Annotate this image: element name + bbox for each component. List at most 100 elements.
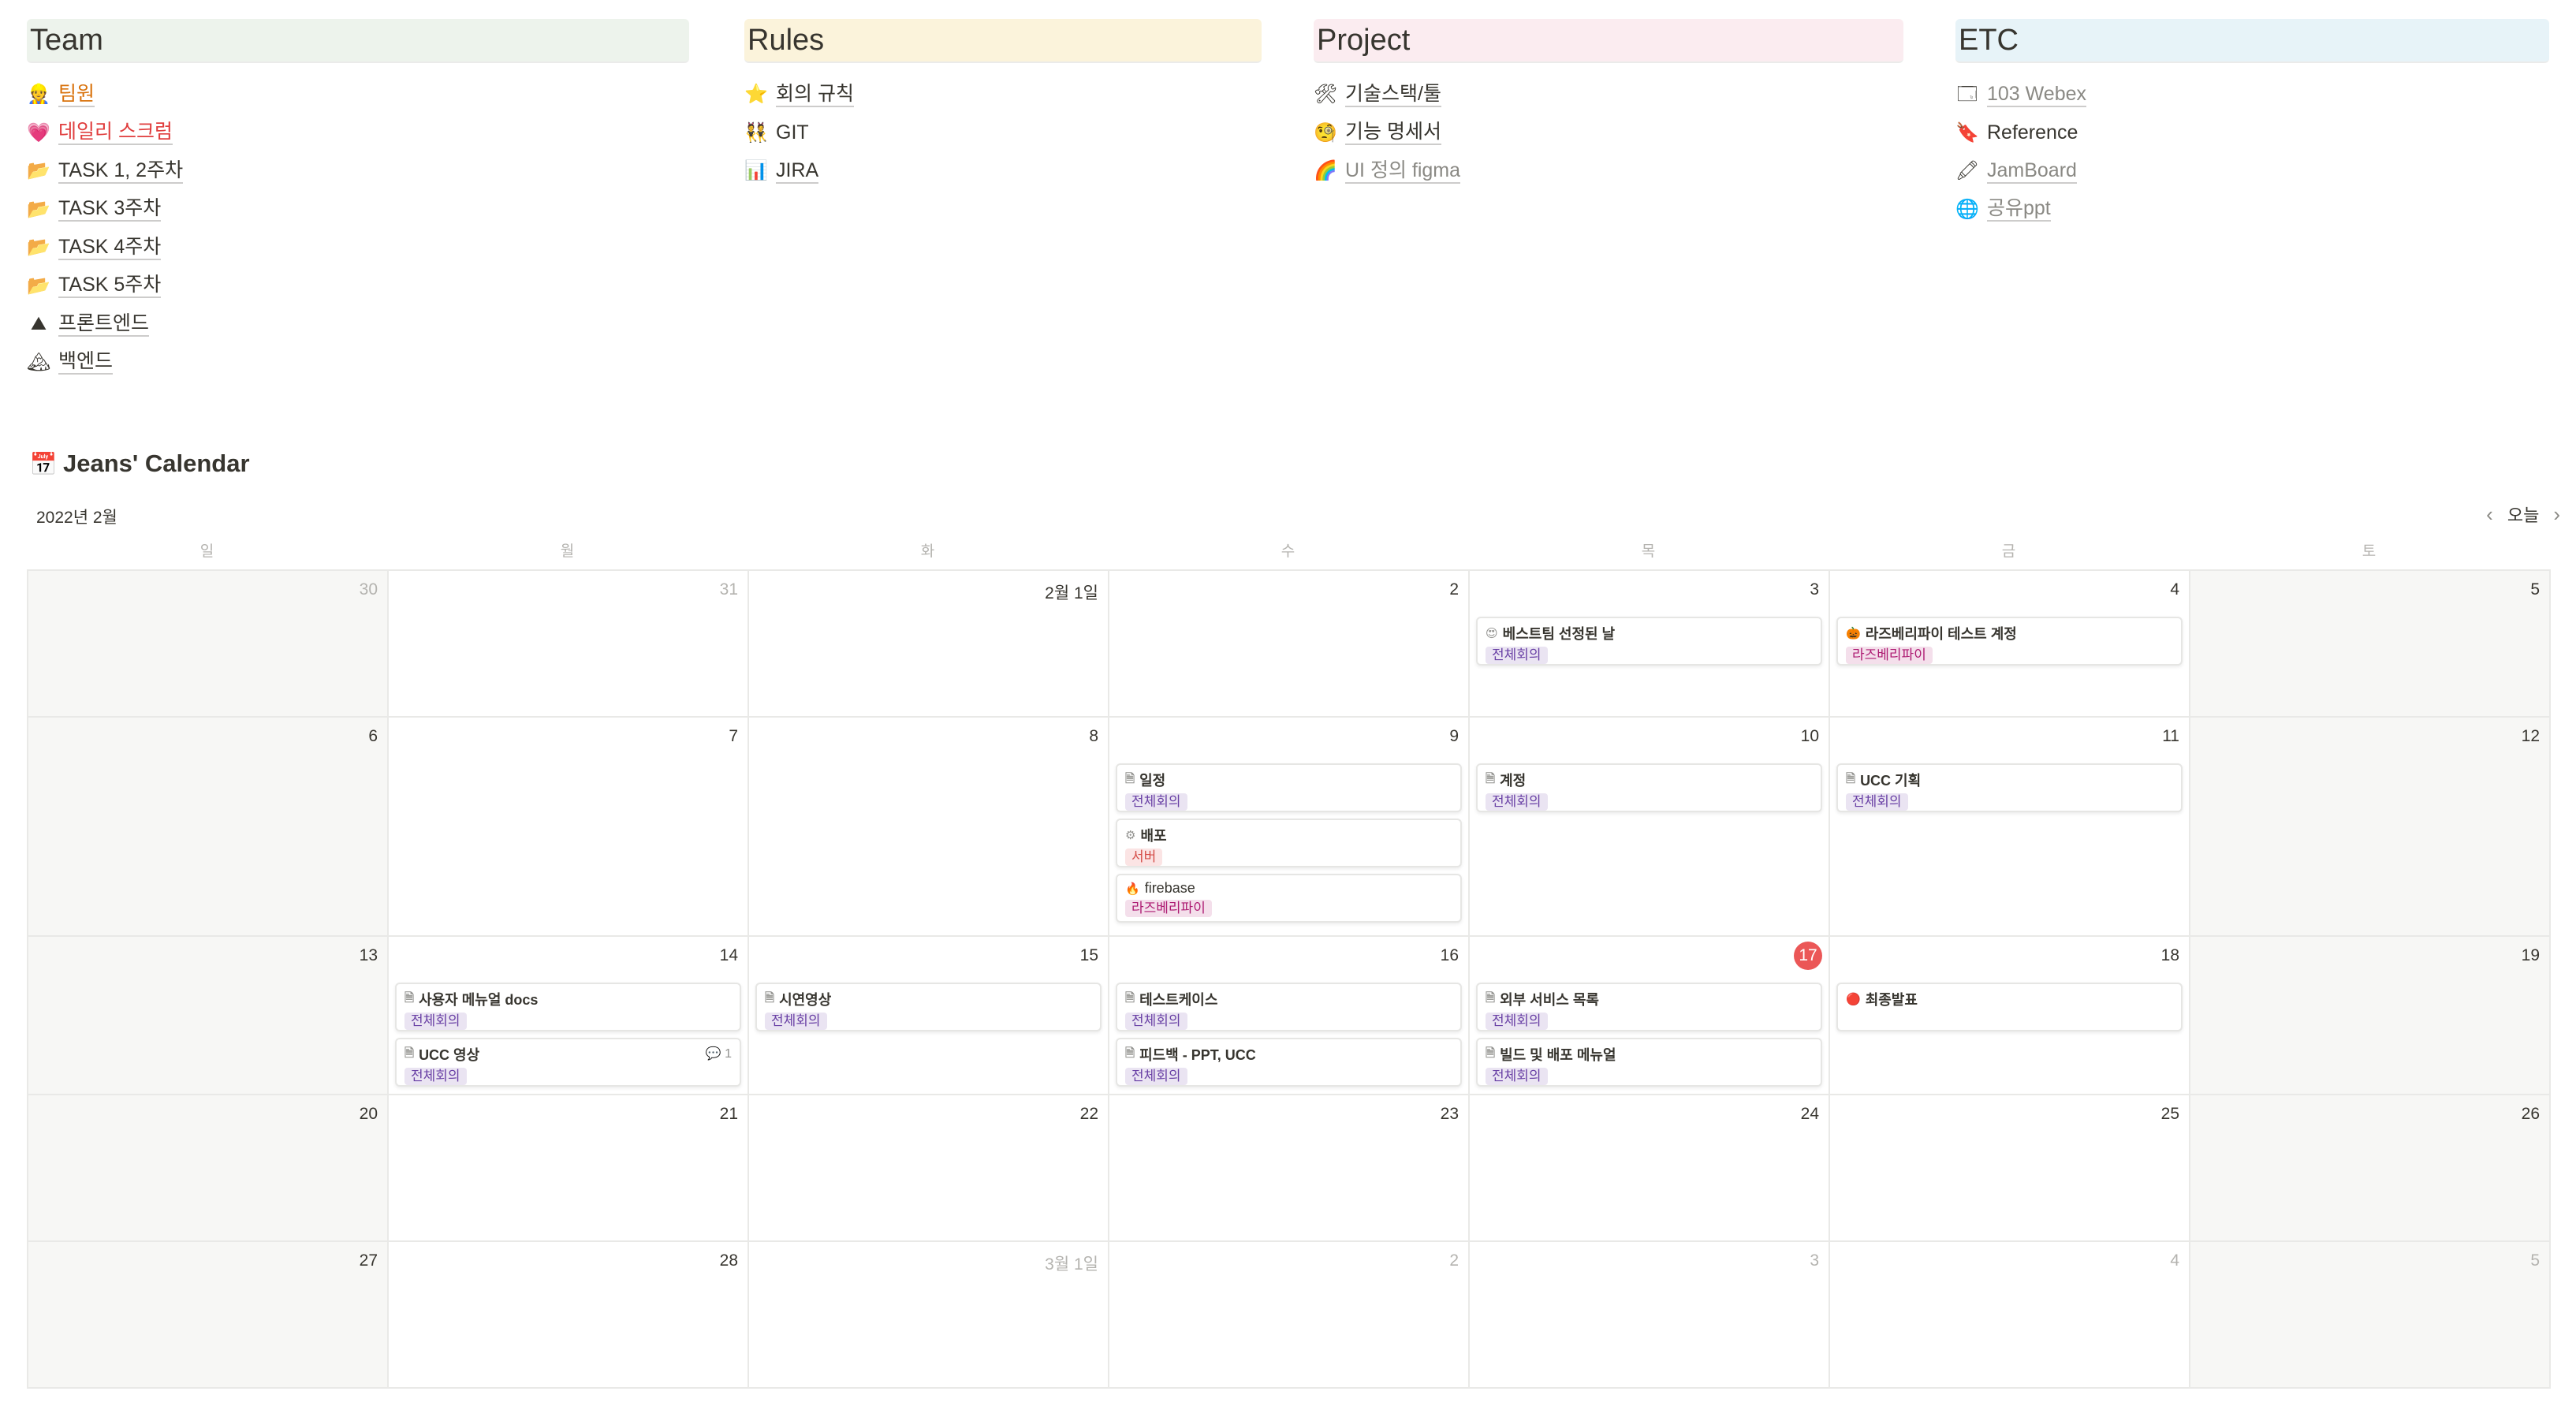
calendar-day-cell[interactable]: 19 <box>2190 937 2551 1095</box>
calendar-day-cell[interactable]: 26 <box>2190 1095 2551 1242</box>
list-item[interactable]: ⛰ 프론트엔드 <box>27 305 689 344</box>
calendar-day-cell[interactable]: 3 <box>1470 1242 1830 1389</box>
calendar-day-cell[interactable]: 24 <box>1470 1095 1830 1242</box>
event-card[interactable]: 🗎 일정 전체회의 <box>1116 763 1462 812</box>
calendar-day-cell[interactable]: 5 <box>2190 1242 2551 1389</box>
calendar-day-cell[interactable]: 25 <box>1830 1095 2190 1242</box>
calendar-day-cell[interactable]: 27 <box>28 1242 389 1389</box>
chevron-left-icon[interactable]: ‹ <box>2486 502 2493 527</box>
list-item-label[interactable]: 103 Webex <box>1987 83 2087 107</box>
list-item[interactable]: 📂 TASK 4주차 <box>27 229 689 267</box>
list-item[interactable]: 📂 TASK 3주차 <box>27 191 689 229</box>
event-card[interactable]: ⚙ 배포 서버 <box>1116 819 1462 867</box>
calendar-day-cell[interactable]: 3월 1일 <box>749 1242 1109 1389</box>
list-item-label[interactable]: 백엔드 <box>58 350 114 375</box>
calendar-day-cell[interactable]: 13 <box>28 937 389 1095</box>
weekday-label: 일 <box>199 543 214 560</box>
calendar-day-cell[interactable]: 2 <box>1109 571 1470 718</box>
calendar-day-cell[interactable]: 20 <box>28 1095 389 1242</box>
list-item[interactable]: 🗔 103 Webex <box>1955 76 2549 114</box>
mountain-icon: ⛰ <box>30 313 47 335</box>
comment-icon: 💬 <box>705 1047 725 1061</box>
list-item[interactable]: 📂 TASK 5주차 <box>27 267 689 306</box>
calendar-day-cell[interactable]: 22 <box>749 1095 1109 1242</box>
event-card[interactable]: 🗎 피드백 - PPT, UCC 전체회의 <box>1116 1038 1462 1087</box>
list-item-label[interactable]: Reference <box>1987 121 2078 144</box>
weekday-label: 토 <box>2362 543 2377 560</box>
team-list: 👷 팀원 💗 데일리 스크럼 📂 TASK 1, 2주차 📂 TASK 3주차 📂 TASK 4주… <box>27 76 689 382</box>
calendar-day-cell[interactable]: 12 <box>2190 718 2551 937</box>
list-item-label[interactable]: JamBoard <box>1987 159 2077 184</box>
calendar-day-cell[interactable]: 30 <box>28 571 389 718</box>
calendar-day-cell[interactable]: 10 🗎 계정 전체회의 <box>1470 718 1830 937</box>
list-item-label[interactable]: 팀원 <box>58 83 95 107</box>
event-card[interactable]: 🗎 시연영상 전체회의 <box>755 983 1102 1031</box>
event-card[interactable]: 🗎 계정 전체회의 <box>1476 763 1822 812</box>
list-item-label[interactable]: 회의 규칙 <box>776 83 854 107</box>
list-item[interactable]: ⭐ 회의 규칙 <box>744 76 1262 114</box>
list-item-label[interactable]: JIRA <box>776 159 819 184</box>
event-card[interactable]: 🗎 UCC 기획 전체회의 <box>1836 763 2183 812</box>
calendar-day-cell[interactable]: 2 <box>1109 1242 1470 1389</box>
list-item[interactable]: 🔖 Reference <box>1955 114 2549 153</box>
event-card[interactable]: 🔥 firebase 라즈베리파이 <box>1116 874 1462 923</box>
event-title: 🗎 빌드 및 배포 메뉴얼 <box>1486 1044 1813 1065</box>
list-item[interactable]: 👯 GIT <box>744 114 1262 153</box>
list-item[interactable]: 🧐 기능 명세서 <box>1314 114 1903 153</box>
list-item-label[interactable]: 공유ppt <box>1987 197 2051 222</box>
calendar-day-cell[interactable]: 18 🔴 최종발표 <box>1830 937 2190 1095</box>
day-number: 13 <box>359 946 378 964</box>
list-item[interactable]: 📊 JIRA <box>744 152 1262 191</box>
list-item[interactable]: 💗 데일리 스크럼 <box>27 114 689 153</box>
list-item[interactable]: 🖍 JamBoard <box>1955 152 2549 191</box>
event-card[interactable]: 🔴 최종발표 <box>1836 983 2183 1031</box>
list-item-label[interactable]: 프론트엔드 <box>58 312 150 337</box>
calendar-day-cell[interactable]: 4 🎃 라즈베리파이 테스트 계정 라즈베리파이 <box>1830 571 2190 718</box>
today-button[interactable]: 오늘 <box>2507 502 2539 527</box>
event-card[interactable]: 🗎 테스트케이스 전체회의 <box>1116 983 1462 1031</box>
list-item-label[interactable]: TASK 3주차 <box>58 197 162 222</box>
list-item-label[interactable]: TASK 1, 2주차 <box>58 159 184 184</box>
calendar-day-cell[interactable]: 21 <box>389 1095 749 1242</box>
list-item[interactable]: 🌐 공유ppt <box>1955 191 2549 229</box>
calendar-day-cell[interactable]: 31 <box>389 571 749 718</box>
event-tag: 라즈베리파이 <box>1125 900 1212 917</box>
list-item[interactable]: 🌈 UI 정의 figma <box>1314 152 1903 191</box>
event-card[interactable]: 🗎 사용자 메뉴얼 docs 전체회의 <box>395 983 741 1031</box>
chevron-right-icon[interactable]: › <box>2553 502 2560 527</box>
weekday-label: 수 <box>1281 543 1295 560</box>
calendar-day-cell[interactable]: 16 🗎 테스트케이스 전체회의 🗎 피드백 - PPT, UCC 전체회의 <box>1109 937 1470 1095</box>
calendar-day-cell[interactable]: 23 <box>1109 1095 1470 1242</box>
event-card[interactable]: 🗎 외부 서비스 목록 전체회의 <box>1476 983 1822 1031</box>
calendar-day-cell[interactable]: 4 <box>1830 1242 2190 1389</box>
project-section: Project 🛠 기술스택/툴 🧐 기능 명세서 🌈 UI 정의 figma <box>1314 19 1903 191</box>
event-card[interactable]: 🗎 UCC 영상 전체회의 💬 1 <box>395 1038 741 1087</box>
calendar-day-cell[interactable]: 3 😍 베스트팀 선정된 날 전체회의 <box>1470 571 1830 718</box>
event-title-text: UCC 기획 <box>1860 773 1922 789</box>
list-item-label[interactable]: 기능 명세서 <box>1345 121 1441 146</box>
event-card[interactable]: 🗎 빌드 및 배포 메뉴얼 전체회의 <box>1476 1038 1822 1087</box>
list-item[interactable]: 🏔 백엔드 <box>27 344 689 382</box>
calendar-day-cell[interactable]: 28 <box>389 1242 749 1389</box>
calendar-day-cell[interactable]: 9 🗎 일정 전체회의 ⚙ 배포 서버 🔥 firebase 라즈베리파이 <box>1109 718 1470 937</box>
list-item-label[interactable]: UI 정의 figma <box>1345 159 1461 184</box>
list-item-label[interactable]: 기술스택/툴 <box>1345 83 1441 107</box>
list-item[interactable]: 👷 팀원 <box>27 76 689 114</box>
list-item-label[interactable]: TASK 4주차 <box>58 236 162 260</box>
list-item[interactable]: 🛠 기술스택/툴 <box>1314 76 1903 114</box>
calendar-day-cell[interactable]: 11 🗎 UCC 기획 전체회의 <box>1830 718 2190 937</box>
calendar-day-cell[interactable]: 8 <box>749 718 1109 937</box>
calendar-day-cell[interactable]: 14 🗎 사용자 메뉴얼 docs 전체회의 🗎 UCC 영상 전체회의 💬 1 <box>389 937 749 1095</box>
calendar-day-cell[interactable]: 7 <box>389 718 749 937</box>
calendar-day-cell[interactable]: 5 <box>2190 571 2551 718</box>
list-item-label[interactable]: 데일리 스크럼 <box>58 121 173 146</box>
calendar-day-cell[interactable]: 15 🗎 시연영상 전체회의 <box>749 937 1109 1095</box>
calendar-day-cell[interactable]: 17 🗎 외부 서비스 목록 전체회의 🗎 빌드 및 배포 메뉴얼 전체회의 <box>1470 937 1830 1095</box>
list-item-label[interactable]: GIT <box>776 121 809 144</box>
calendar-day-cell[interactable]: 6 <box>28 718 389 937</box>
event-card[interactable]: 😍 베스트팀 선정된 날 전체회의 <box>1476 617 1822 666</box>
list-item[interactable]: 📂 TASK 1, 2주차 <box>27 152 689 191</box>
calendar-day-cell[interactable]: 2월 1일 <box>749 571 1109 718</box>
list-item-label[interactable]: TASK 5주차 <box>58 274 162 299</box>
event-card[interactable]: 🎃 라즈베리파이 테스트 계정 라즈베리파이 <box>1836 617 2183 666</box>
